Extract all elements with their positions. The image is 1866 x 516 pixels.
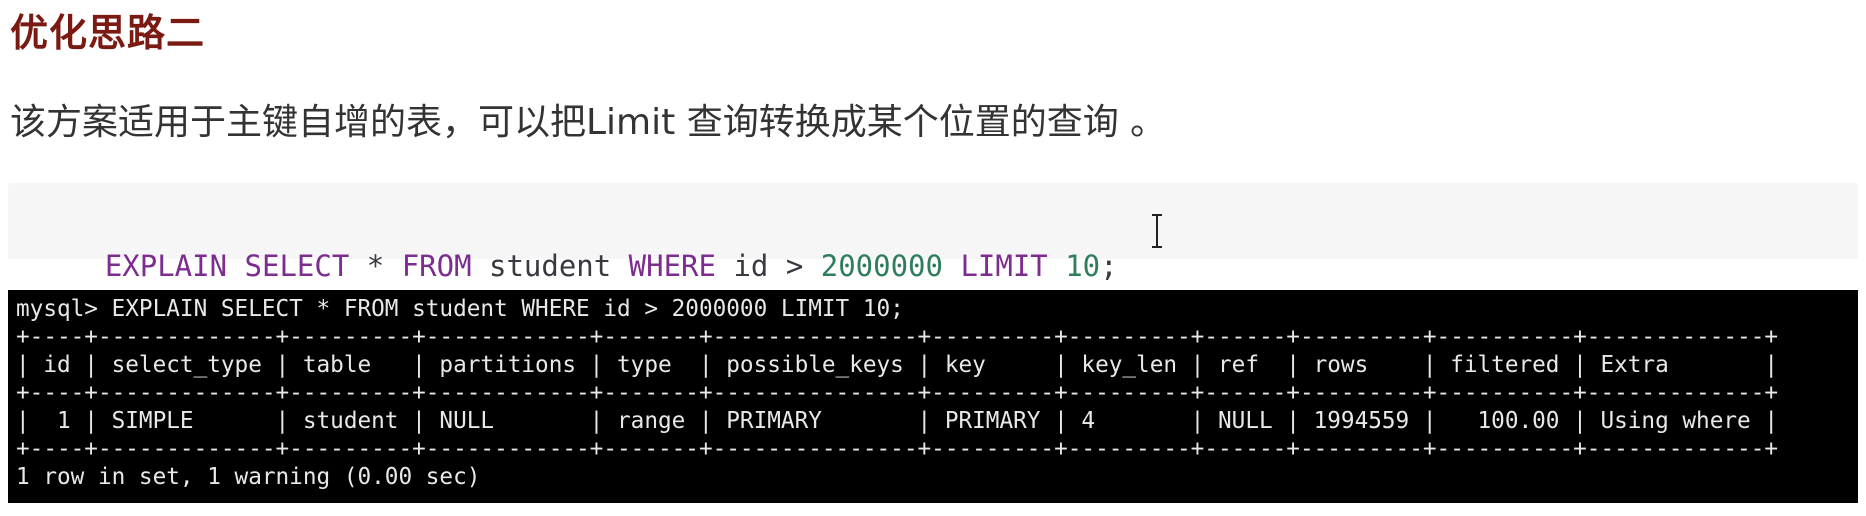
terminal-output: mysql> EXPLAIN SELECT * FROM student WHE… <box>8 290 1858 503</box>
code-token: 2000000 <box>820 249 943 283</box>
code-token: SELECT <box>244 249 350 283</box>
code-token: * <box>349 249 402 283</box>
code-token: id > <box>715 249 821 283</box>
code-token: student <box>471 249 629 283</box>
code-token: FROM <box>401 249 472 283</box>
table-border-bottom: +----+-------------+---------+----------… <box>16 436 1779 462</box>
terminal-command-line: mysql> EXPLAIN SELECT * FROM student WHE… <box>16 296 904 322</box>
table-row: | 1 | SIMPLE | student | NULL | range | … <box>16 408 1779 434</box>
table-header-row: | id | select_type | table | partitions … <box>16 352 1779 378</box>
code-token: LIMIT <box>960 249 1048 283</box>
table-border-top: +----+-------------+---------+----------… <box>16 324 1779 350</box>
code-token: ; <box>1100 249 1118 283</box>
code-block: EXPLAIN SELECT * FROM student WHERE id >… <box>8 183 1858 283</box>
code-token: EXPLAIN <box>104 249 228 283</box>
code-token: 10 <box>1065 249 1101 283</box>
terminal-text: mysql> EXPLAIN SELECT * FROM student WHE… <box>16 295 1778 491</box>
terminal-result-summary: 1 row in set, 1 warning (0.00 sec) <box>16 464 481 490</box>
code-token: WHERE <box>628 249 716 283</box>
description-paragraph: 该方案适用于主键自增的表，可以把Limit 查询转换成某个位置的查询 。 <box>10 102 1167 143</box>
table-border-mid: +----+-------------+---------+----------… <box>16 380 1779 406</box>
text-cursor-icon <box>1152 214 1162 248</box>
section-heading: 优化思路二 <box>10 11 206 55</box>
